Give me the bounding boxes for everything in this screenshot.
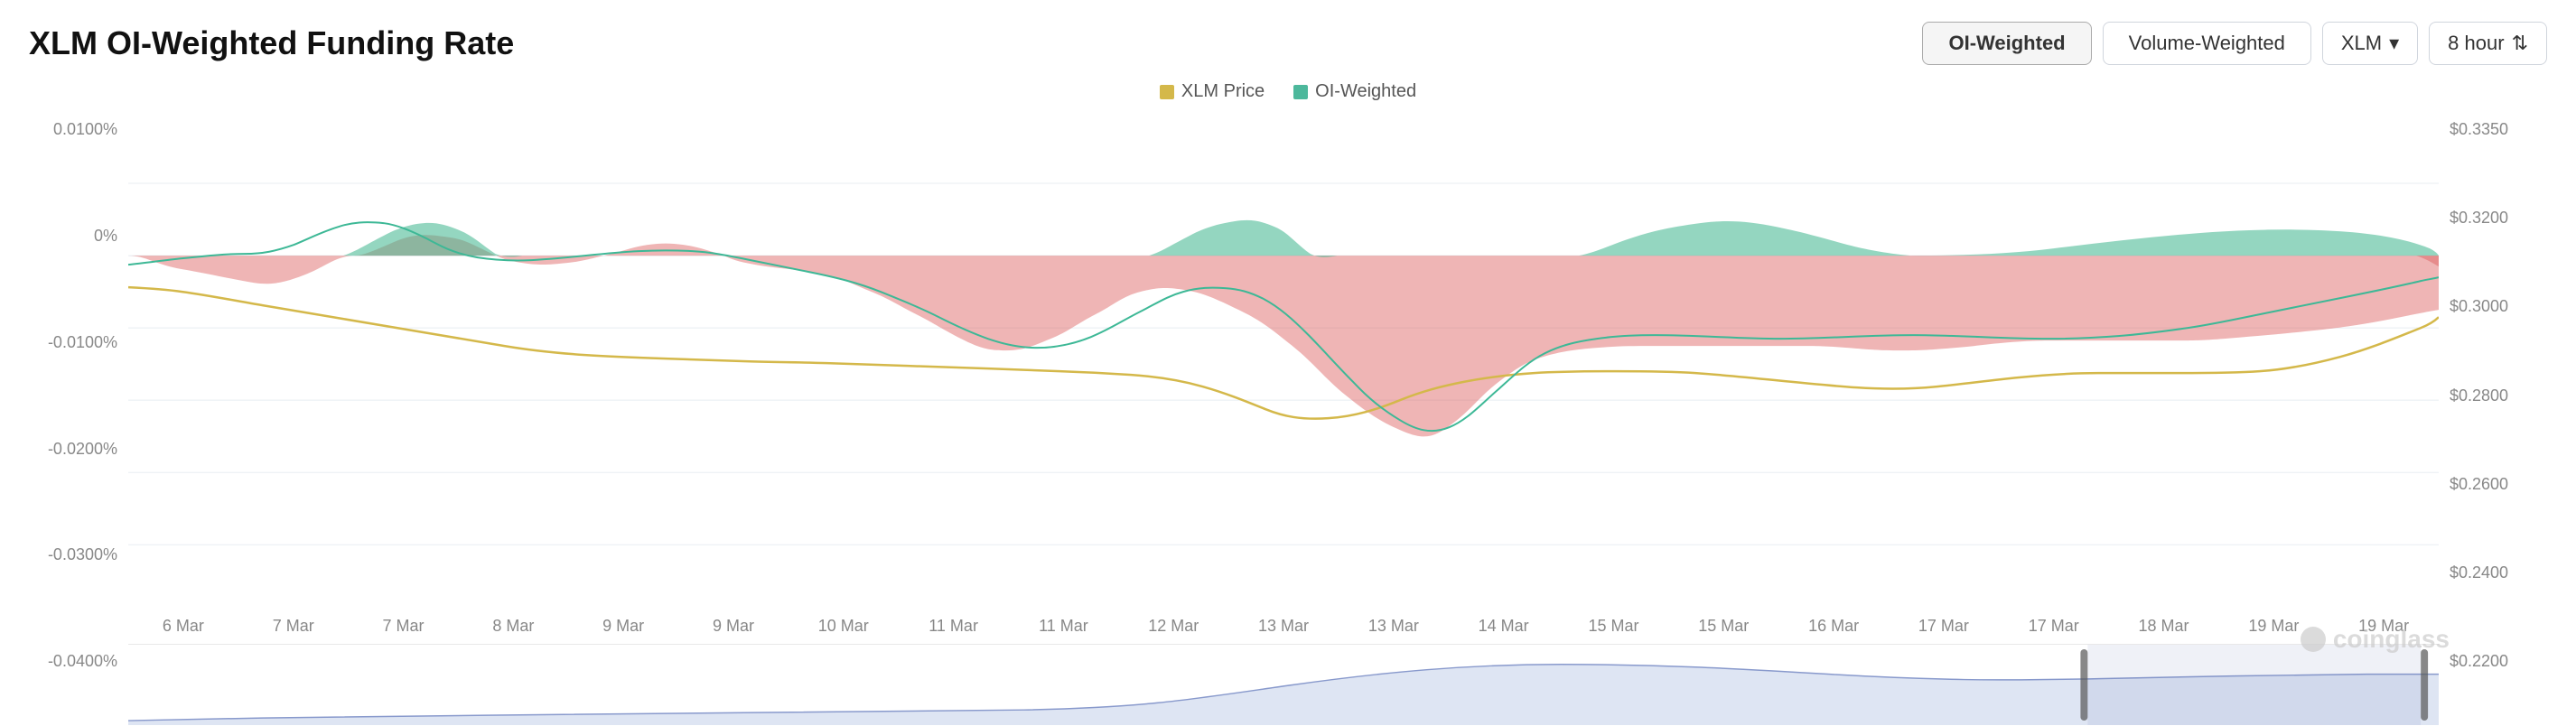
y-axis-right: $0.3350 $0.3200 $0.3000 $0.2800 $0.2600 … (2439, 111, 2547, 725)
interval-select[interactable]: 8 hour ⇅ (2429, 22, 2547, 65)
chart-legend: XLM Price OI-Weighted (29, 81, 2547, 102)
x-label-9: 12 Mar (1118, 617, 1228, 636)
chevron-updown-icon: ⇅ (2512, 32, 2528, 55)
watermark-icon (2301, 627, 2326, 652)
y-label-right-5: $0.2400 (2439, 563, 2547, 582)
legend-item-price: XLM Price (1160, 81, 1265, 102)
x-label-5: 9 Mar (678, 617, 789, 636)
volume-weighted-tab[interactable]: Volume-Weighted (2103, 22, 2311, 65)
x-label-16: 17 Mar (1889, 617, 1999, 636)
x-label-6: 10 Mar (789, 617, 899, 636)
x-label-11: 13 Mar (1339, 617, 1449, 636)
x-label-4: 9 Mar (568, 617, 678, 636)
x-label-17: 17 Mar (1999, 617, 2109, 636)
y-label-3: -0.0200% (29, 440, 128, 459)
y-label-right-0: $0.3350 (2439, 120, 2547, 139)
controls-group: OI-Weighted Volume-Weighted XLM ▾ 8 hour… (1922, 22, 2547, 65)
y-label-right-3: $0.2800 (2439, 386, 2547, 405)
legend-label-oi: OI-Weighted (1315, 81, 1416, 102)
legend-item-oi: OI-Weighted (1293, 81, 1416, 102)
x-axis: 6 Mar 7 Mar 7 Mar 8 Mar 9 Mar 9 Mar 10 M… (128, 608, 2439, 644)
watermark-text: coinglass (2333, 625, 2450, 654)
chart-inner: 6 Mar 7 Mar 7 Mar 8 Mar 9 Mar 9 Mar 10 M… (128, 111, 2439, 725)
y-label-1: 0% (29, 227, 128, 246)
x-label-3: 8 Mar (458, 617, 568, 636)
x-label-1: 7 Mar (238, 617, 349, 636)
y-label-right-1: $0.3200 (2439, 209, 2547, 228)
x-label-18: 18 Mar (2109, 617, 2219, 636)
oi-weighted-tab[interactable]: OI-Weighted (1922, 22, 2091, 65)
x-label-10: 13 Mar (1228, 617, 1339, 636)
asset-select[interactable]: XLM ▾ (2322, 22, 2418, 65)
y-label-4: -0.0300% (29, 545, 128, 564)
page-container: XLM OI-Weighted Funding Rate OI-Weighted… (0, 0, 2576, 726)
y-label-5: -0.0400% (29, 652, 128, 671)
mini-chart[interactable] (128, 644, 2439, 725)
chart-area: 0.0100% 0% -0.0100% -0.0200% -0.0300% -0… (29, 111, 2547, 725)
legend-dot-price (1160, 85, 1174, 99)
y-label-0: 0.0100% (29, 120, 128, 139)
x-label-0: 6 Mar (128, 617, 238, 636)
y-label-2: -0.0100% (29, 333, 128, 352)
y-label-right-6: $0.2200 (2439, 652, 2547, 671)
x-label-2: 7 Mar (349, 617, 459, 636)
y-label-right-4: $0.2600 (2439, 475, 2547, 494)
main-chart[interactable] (128, 111, 2439, 608)
x-label-14: 15 Mar (1668, 617, 1778, 636)
chevron-down-icon: ▾ (2389, 32, 2399, 55)
x-label-7: 11 Mar (899, 617, 1009, 636)
watermark: coinglass (2301, 625, 2450, 654)
x-label-8: 11 Mar (1009, 617, 1119, 636)
y-axis-left: 0.0100% 0% -0.0100% -0.0200% -0.0300% -0… (29, 111, 128, 725)
y-label-right-2: $0.3000 (2439, 297, 2547, 316)
legend-dot-oi (1293, 85, 1308, 99)
x-label-12: 14 Mar (1449, 617, 1559, 636)
x-label-15: 16 Mar (1778, 617, 1889, 636)
header-row: XLM OI-Weighted Funding Rate OI-Weighted… (29, 22, 2547, 65)
legend-label-price: XLM Price (1181, 81, 1265, 102)
page-title: XLM OI-Weighted Funding Rate (29, 24, 514, 62)
x-label-13: 15 Mar (1559, 617, 1669, 636)
